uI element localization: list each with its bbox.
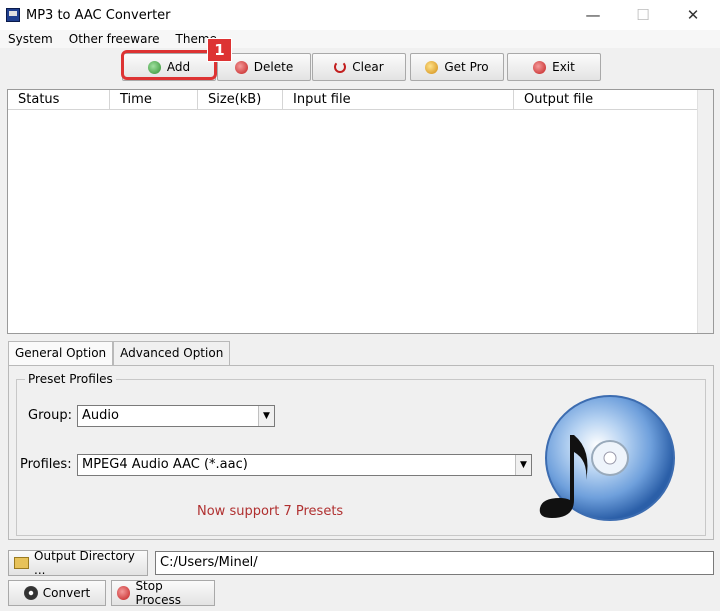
film-reel-icon (23, 586, 38, 600)
toolbar: Add Delete Clear Get Pro Exit (0, 50, 720, 86)
file-list[interactable]: Status Time Size(kB) Input file Output f… (7, 89, 714, 334)
column-size[interactable]: Size(kB) (198, 90, 283, 109)
exit-button-label: Exit (552, 60, 575, 74)
exit-button[interactable]: Exit (507, 53, 601, 81)
menu-system[interactable]: System (0, 32, 61, 46)
get-pro-button[interactable]: Get Pro (410, 53, 504, 81)
file-list-header: Status Time Size(kB) Input file Output f… (8, 90, 713, 110)
tab-advanced-label: Advanced Option (120, 346, 224, 360)
cd-music-icon (539, 395, 675, 521)
clear-icon (334, 61, 347, 73)
add-button-highlight (121, 50, 217, 80)
maximize-button[interactable]: ☐ (620, 0, 666, 30)
output-directory-field[interactable]: C:/Users/Minel/ (155, 551, 714, 575)
delete-icon (234, 60, 248, 74)
file-list-scrollbar[interactable] (697, 90, 713, 333)
profiles-label: Profiles: (20, 457, 72, 472)
step-badge: 1 (207, 38, 232, 62)
chevron-down-icon: ▼ (515, 455, 531, 475)
get-pro-icon (425, 60, 439, 74)
output-directory-label: Output Directory ... (34, 549, 135, 577)
stop-process-label: Stop Process (135, 579, 181, 607)
preset-profiles-legend: Preset Profiles (25, 372, 116, 386)
minimize-button[interactable]: — (570, 0, 616, 30)
column-input-file[interactable]: Input file (283, 90, 514, 109)
convert-label: Convert (42, 586, 91, 600)
group-select[interactable]: Audio ▼ (77, 405, 275, 427)
column-time[interactable]: Time (110, 90, 198, 109)
menu-bar: System Other freeware Theme (0, 30, 720, 48)
close-button[interactable]: ✕ (670, 0, 716, 30)
title-bar: MP3 to AAC Converter — ☐ ✕ (0, 0, 720, 30)
exit-icon (533, 60, 547, 74)
column-output-file[interactable]: Output file (514, 90, 698, 109)
profiles-select[interactable]: MPEG4 Audio AAC (*.aac) ▼ (77, 454, 532, 476)
delete-button-label: Delete (253, 60, 294, 74)
convert-button[interactable]: Convert (8, 580, 106, 606)
clear-button-label: Clear (352, 60, 384, 74)
chevron-down-icon: ▼ (258, 406, 274, 426)
option-tabs: General Option Advanced Option (8, 341, 231, 366)
stop-process-button[interactable]: Stop Process (111, 579, 215, 607)
group-label: Group: (28, 408, 72, 423)
app-icon (6, 8, 20, 22)
tab-general-label: General Option (15, 346, 107, 360)
menu-other-freeware[interactable]: Other freeware (61, 32, 168, 46)
clear-button[interactable]: Clear (312, 53, 406, 81)
tab-advanced-option[interactable]: Advanced Option (113, 341, 231, 365)
column-status[interactable]: Status (8, 90, 110, 109)
window-title: MP3 to AAC Converter (26, 7, 171, 23)
tab-general-option[interactable]: General Option (8, 341, 114, 366)
output-directory-button[interactable]: Output Directory ... (8, 549, 148, 577)
profiles-select-value: MPEG4 Audio AAC (*.aac) (82, 457, 248, 472)
group-select-value: Audio (82, 408, 119, 423)
support-text: Now support 7 Presets (197, 504, 344, 519)
get-pro-button-label: Get Pro (444, 60, 489, 74)
stop-icon (117, 586, 131, 600)
folder-icon (14, 557, 30, 569)
